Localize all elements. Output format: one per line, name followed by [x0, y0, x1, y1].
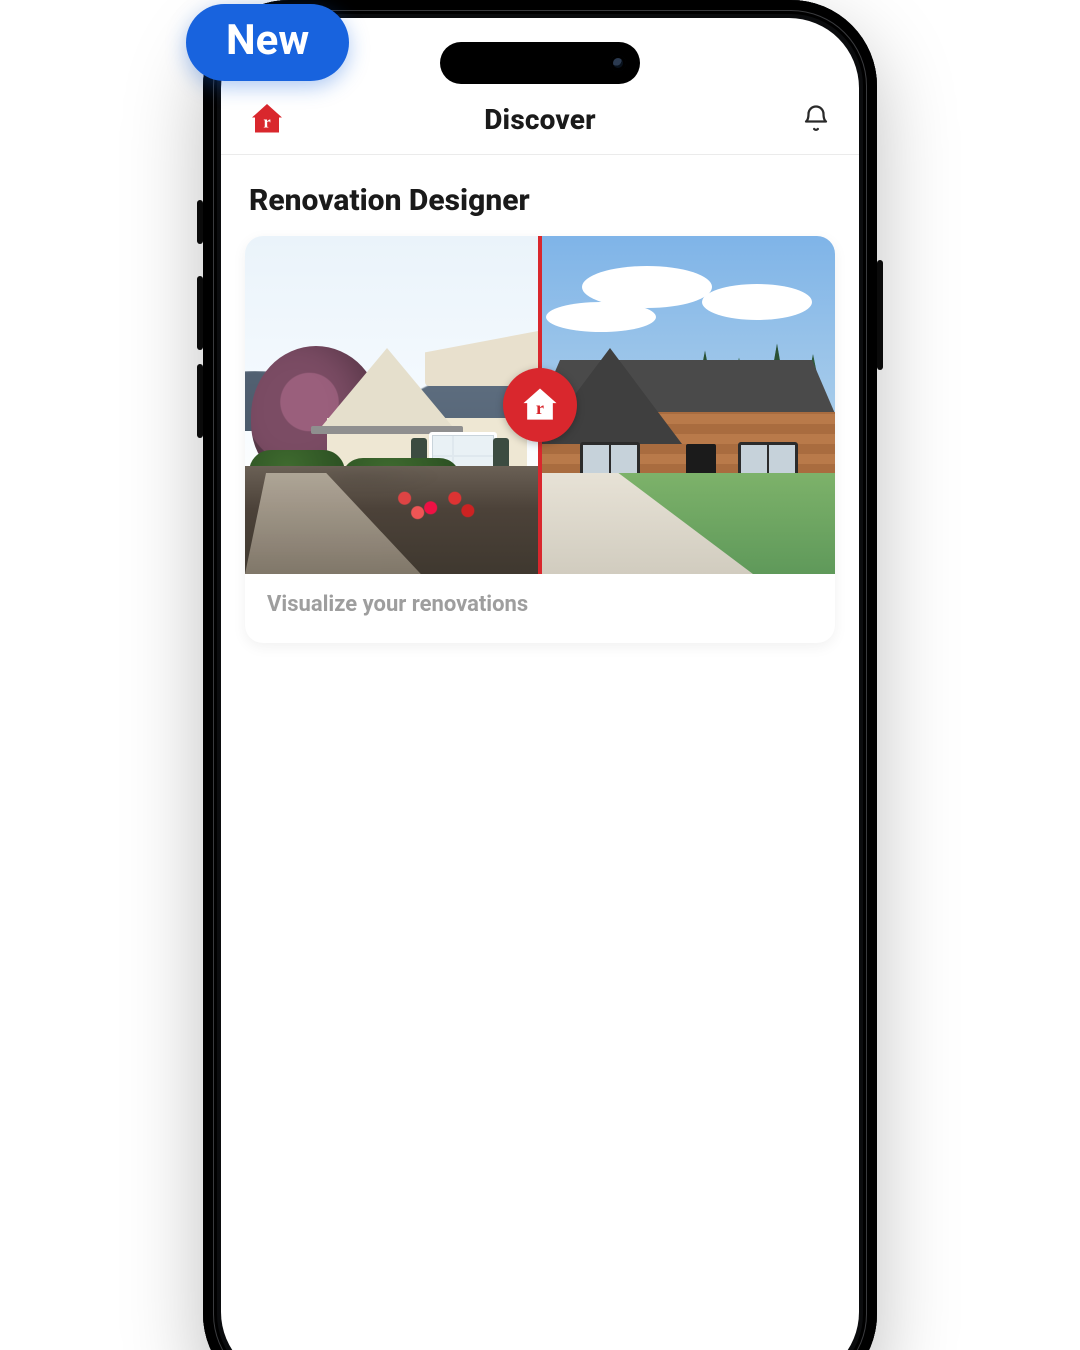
content-area: Renovation Designer [221, 155, 859, 643]
page-title: Discover [484, 103, 596, 136]
new-badge: New [186, 4, 349, 81]
before-after-media[interactable]: r [245, 236, 835, 574]
section-title: Renovation Designer [249, 183, 831, 218]
new-badge-label: New [226, 16, 309, 65]
svg-text:r: r [263, 112, 270, 131]
notifications-bell-icon[interactable] [801, 104, 831, 134]
card-subtitle: Visualize your renovations [267, 592, 813, 617]
after-image [538, 236, 835, 574]
comparison-center-badge[interactable]: r [503, 368, 577, 442]
realtor-logo-icon: r [518, 383, 562, 427]
before-image [245, 236, 538, 574]
renovation-card[interactable]: r Visualize your renovations [245, 236, 835, 643]
phone-screen: r Discover Renovation Designer [221, 18, 859, 1350]
side-button [197, 364, 203, 438]
side-button [197, 200, 203, 244]
dynamic-island [440, 42, 640, 84]
svg-text:r: r [536, 398, 544, 418]
side-button [877, 260, 883, 370]
phone-frame: r Discover Renovation Designer [203, 0, 877, 1350]
app-header: r Discover [221, 84, 859, 155]
side-button [197, 276, 203, 350]
card-body: Visualize your renovations [245, 574, 835, 643]
realtor-logo-icon[interactable]: r [249, 101, 285, 137]
